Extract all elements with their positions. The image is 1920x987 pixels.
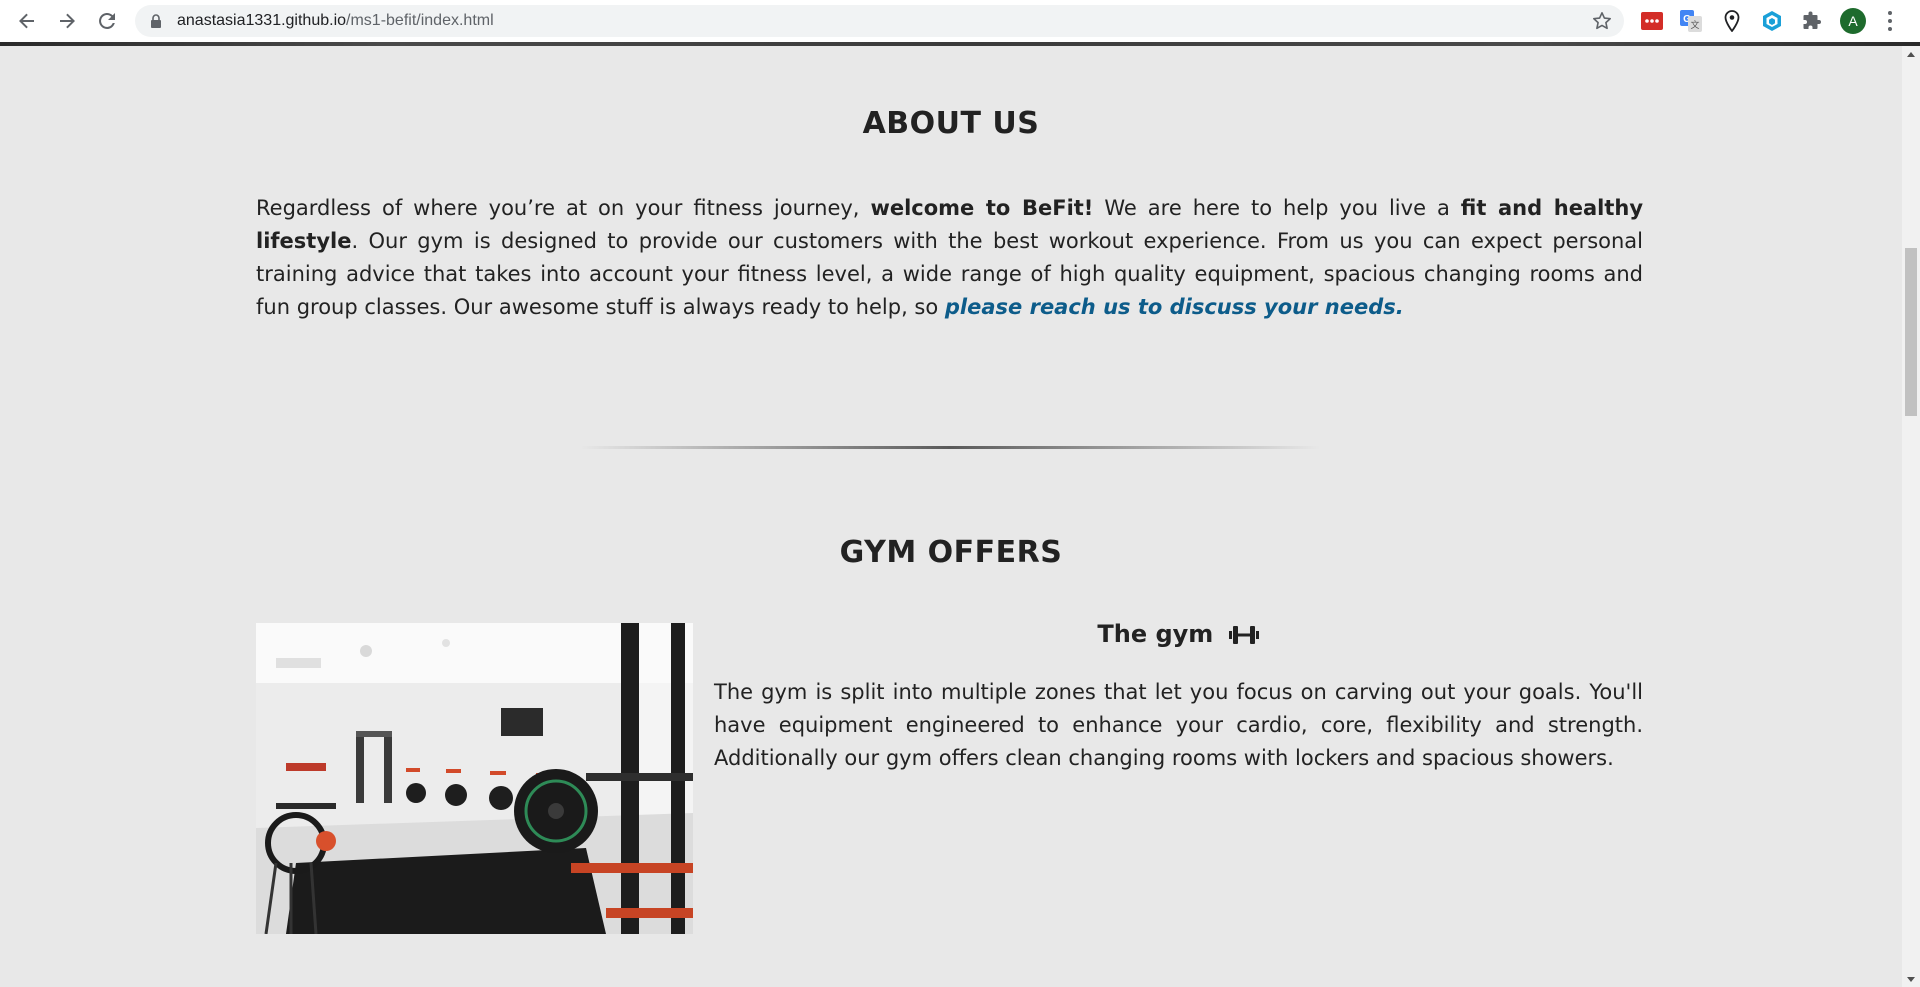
page-viewport: ABOUT US Regardless of where you’re at o… xyxy=(0,46,1902,987)
url-host: anastasia1331.github.io xyxy=(177,12,347,29)
section-divider xyxy=(580,446,1320,449)
offer-description: The gym is split into multiple zones tha… xyxy=(714,680,1643,770)
url-text[interactable]: anastasia1331.github.io/ms1-befit/index.… xyxy=(177,12,494,30)
contact-cta-link[interactable]: please reach us to discuss your needs. xyxy=(945,295,1404,319)
about-text-1: Regardless of where you’re at on your fi… xyxy=(256,196,871,220)
offers-title: GYM OFFERS xyxy=(839,535,1063,570)
lock-icon[interactable] xyxy=(149,14,163,28)
url-path: /ms1-befit/index.html xyxy=(346,12,494,29)
scroll-down-arrow-icon[interactable] xyxy=(1902,971,1920,987)
offer-heading-text: The gym xyxy=(1097,620,1214,648)
offer-heading: The gym xyxy=(714,620,1643,648)
puzzle-extensions-icon[interactable] xyxy=(1800,9,1824,33)
star-icon[interactable] xyxy=(1592,11,1612,31)
gym-photo xyxy=(256,623,693,934)
forward-arrow-icon[interactable] xyxy=(53,7,81,35)
vertical-scrollbar[interactable] xyxy=(1902,46,1920,987)
about-paragraph: Regardless of where you’re at on your fi… xyxy=(256,192,1643,324)
dumbbell-icon xyxy=(1228,626,1259,644)
scroll-up-arrow-icon[interactable] xyxy=(1902,46,1920,62)
more-vert-icon[interactable] xyxy=(1886,10,1894,32)
profile-avatar[interactable]: A xyxy=(1840,8,1866,34)
lastpass-icon[interactable] xyxy=(1640,9,1664,33)
reload-icon[interactable] xyxy=(93,7,121,35)
hexagon-extension-icon[interactable] xyxy=(1760,9,1784,33)
svg-text:文: 文 xyxy=(1690,19,1699,31)
scrollbar-thumb[interactable] xyxy=(1905,248,1917,416)
about-title: ABOUT US xyxy=(862,106,1040,141)
google-translate-icon[interactable]: G文 xyxy=(1679,9,1703,33)
back-arrow-icon[interactable] xyxy=(13,7,41,35)
about-welcome-bold: welcome to BeFit! xyxy=(870,196,1094,220)
address-bar[interactable]: anastasia1331.github.io/ms1-befit/index.… xyxy=(135,5,1624,37)
location-pin-icon[interactable] xyxy=(1720,9,1744,33)
about-text-2: We are here to help you live a xyxy=(1093,196,1461,220)
browser-toolbar: anastasia1331.github.io/ms1-befit/index.… xyxy=(0,0,1920,42)
